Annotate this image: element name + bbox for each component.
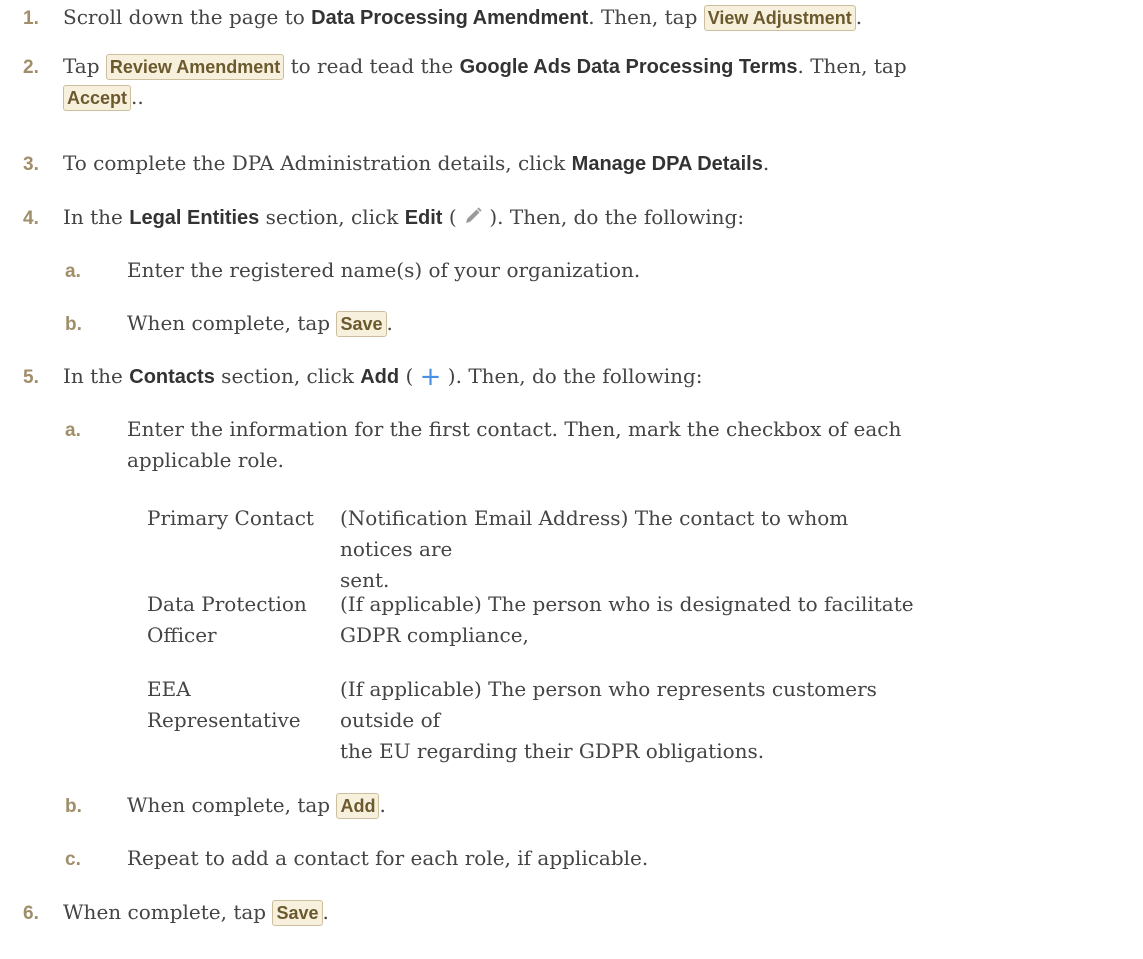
substep-text: Repeat to add a contact for each role, i… <box>127 846 649 870</box>
role-label: EEA Representative <box>147 677 301 732</box>
pencil-icon <box>463 204 483 224</box>
substep-text-line-1: Enter the information for the first cont… <box>127 417 902 441</box>
role-description: (If applicable) The person who is design… <box>340 592 914 647</box>
section-name: Data Processing Amendment <box>311 7 589 29</box>
add-button[interactable]: Add <box>336 793 380 819</box>
step-number: 6. <box>23 903 39 924</box>
role-label: Primary Contact <box>147 506 314 530</box>
step-text-line-2: Accept.. <box>63 82 144 113</box>
save-button[interactable]: Save <box>272 900 323 926</box>
step-number: 2. <box>23 57 39 78</box>
section-name: Legal Entities <box>129 207 260 229</box>
step-number: 3. <box>23 154 39 175</box>
view-adjustment-button[interactable]: View Adjustment <box>703 5 856 31</box>
step-text: In the Legal Entities section, click Edi… <box>63 204 745 229</box>
role-label: Data Protection Officer <box>147 592 307 647</box>
step-text: In the Contacts section, click Add ( + )… <box>63 362 703 392</box>
substep-number: c. <box>65 849 81 870</box>
step-text: When complete, tap Save. <box>63 900 329 926</box>
step-number: 4. <box>23 208 39 229</box>
step-text-line-1: Tap Review Amendment to read tead the Go… <box>63 54 907 80</box>
step-text: To complete the DPA Administration detai… <box>63 151 770 175</box>
add-label: Add <box>360 366 400 388</box>
edit-label: Edit <box>404 207 443 229</box>
substep-number: a. <box>65 261 81 282</box>
accept-button[interactable]: Accept <box>63 85 132 111</box>
step-number: 5. <box>23 367 39 388</box>
substep-number: a. <box>65 420 81 441</box>
step-text: Scroll down the page to Data Processing … <box>63 5 863 31</box>
section-name: Contacts <box>129 366 215 388</box>
substep-text: When complete, tap Save. <box>127 311 393 337</box>
terms-name: Google Ads Data Processing Terms <box>459 56 798 78</box>
substep-text-line-2: applicable role. <box>127 448 285 472</box>
plus-icon: + <box>419 362 442 392</box>
substep-number: b. <box>65 314 82 335</box>
step-number: 1. <box>23 8 39 29</box>
save-button[interactable]: Save <box>336 311 387 337</box>
role-description: (Notification Email Address) The contact… <box>340 506 849 592</box>
substep-text: When complete, tap Add. <box>127 793 386 819</box>
review-amendment-button[interactable]: Review Amendment <box>105 54 285 80</box>
substep-text: Enter the registered name(s) of your org… <box>127 258 641 282</box>
role-description: (If applicable) The person who represent… <box>340 677 877 763</box>
manage-dpa-label: Manage DPA Details <box>571 153 763 175</box>
substep-number: b. <box>65 796 82 817</box>
